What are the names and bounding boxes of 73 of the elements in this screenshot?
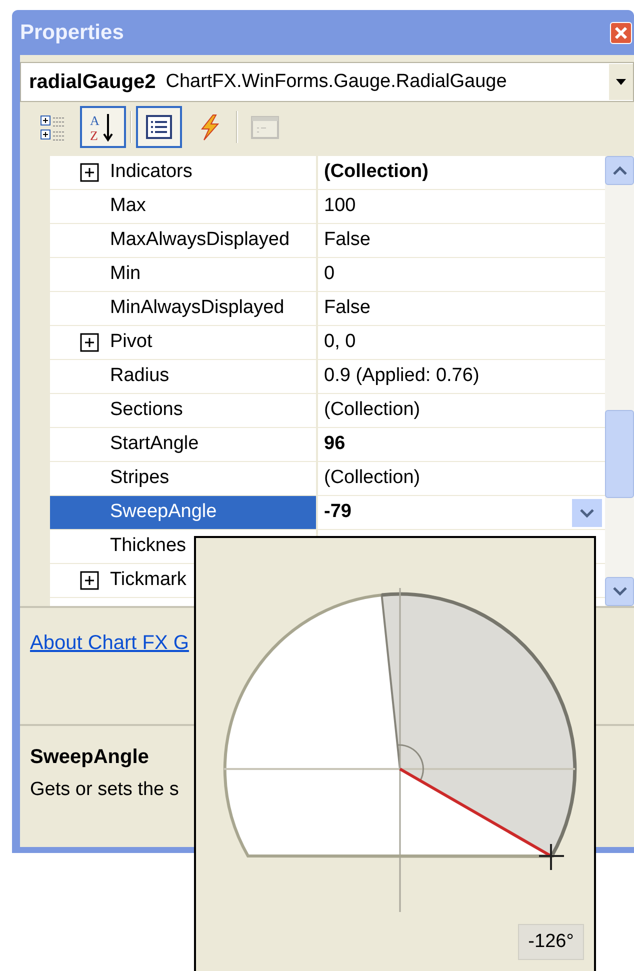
caret-icon bbox=[616, 79, 626, 85]
property-pages-icon bbox=[251, 116, 279, 139]
chevron-up-icon bbox=[612, 166, 626, 175]
description-title: SweepAngle bbox=[30, 745, 150, 770]
object-selector[interactable]: radialGauge2 ChartFX.WinForms.Gauge.RadialGauge bbox=[20, 62, 634, 102]
property-name: Tickmark bbox=[110, 568, 186, 592]
property-value: 96 bbox=[324, 432, 346, 456]
dropdown-button[interactable] bbox=[609, 64, 633, 100]
property-row[interactable]: Sections bbox=[50, 394, 318, 427]
property-name: Stripes bbox=[110, 466, 170, 490]
property-value: (Collection) bbox=[324, 398, 420, 422]
expand-icon[interactable] bbox=[80, 163, 99, 182]
gauge-angle-drawing[interactable] bbox=[223, 588, 577, 912]
property-row[interactable]: Min bbox=[50, 258, 318, 291]
alphabetical-button[interactable]: A Z bbox=[80, 106, 126, 148]
description-text: Gets or sets the s bbox=[30, 778, 180, 802]
property-value: 0, 0 bbox=[324, 330, 356, 354]
scroll-down-button[interactable] bbox=[605, 577, 634, 606]
property-value-cell[interactable]: 0, 0 bbox=[318, 326, 605, 359]
property-name: MaxAlwaysDisplayed bbox=[110, 228, 290, 252]
property-value-cell[interactable]: 0 bbox=[318, 258, 605, 291]
property-value: (Collection) bbox=[324, 466, 420, 490]
property-row[interactable]: MinAlwaysDisplayed bbox=[50, 292, 318, 325]
property-row[interactable]: Pivot bbox=[50, 326, 318, 359]
scroll-up-button[interactable] bbox=[605, 156, 634, 185]
expand-icon[interactable] bbox=[80, 333, 99, 352]
about-link[interactable]: About Chart FX G bbox=[30, 632, 189, 654]
scrollbar[interactable] bbox=[605, 156, 634, 606]
property-row[interactable]: Max bbox=[50, 190, 318, 223]
property-value-cell[interactable]: (Collection) bbox=[318, 462, 605, 495]
property-value: False bbox=[324, 296, 370, 320]
property-name: Indicators bbox=[110, 160, 192, 184]
chevron-down-icon bbox=[579, 508, 595, 518]
property-value: (Collection) bbox=[324, 160, 428, 184]
property-value-cell[interactable]: False bbox=[318, 292, 605, 325]
categorized-icon bbox=[40, 116, 64, 140]
property-name: SweepAngle bbox=[110, 500, 217, 524]
property-list-icon bbox=[146, 115, 172, 139]
property-value-cell[interactable]: 0.9 (Applied: 0.76) bbox=[318, 360, 605, 393]
lightning-icon bbox=[200, 114, 220, 140]
object-name: radialGauge2 bbox=[29, 70, 156, 95]
sort-arrow-icon bbox=[103, 113, 113, 142]
property-value: -79 bbox=[324, 500, 352, 524]
expand-icon[interactable] bbox=[80, 571, 99, 590]
close-icon bbox=[613, 24, 629, 40]
property-value-cell[interactable]: (Collection) bbox=[318, 394, 605, 427]
property-name: Min bbox=[110, 262, 141, 286]
angle-editor-popup[interactable]: -126° bbox=[194, 536, 596, 971]
property-value: 100 bbox=[324, 194, 356, 218]
property-name: Radius bbox=[110, 364, 170, 388]
chevron-down-icon bbox=[612, 587, 626, 596]
scroll-thumb[interactable] bbox=[605, 410, 634, 498]
property-row[interactable]: MaxAlwaysDisplayed bbox=[50, 224, 318, 257]
property-name: Sections bbox=[110, 398, 183, 422]
window-title: Properties bbox=[20, 20, 124, 46]
properties-button[interactable] bbox=[136, 106, 182, 148]
property-value: False bbox=[324, 228, 370, 252]
property-value: 0.9 (Applied: 0.76) bbox=[324, 364, 480, 388]
property-value-cell[interactable]: False bbox=[318, 224, 605, 257]
sort-letter: Z bbox=[90, 128, 98, 142]
property-value: 0 bbox=[324, 262, 335, 286]
property-row[interactable]: SweepAngle bbox=[50, 496, 318, 529]
angle-reading: -126° bbox=[518, 924, 584, 960]
property-name: Max bbox=[110, 194, 146, 218]
property-name: Thicknes bbox=[110, 534, 186, 558]
property-name: MinAlwaysDisplayed bbox=[110, 296, 284, 320]
sort-letter: A bbox=[90, 113, 100, 128]
property-name: StartAngle bbox=[110, 432, 199, 456]
object-type: ChartFX.WinForms.Gauge.RadialGauge bbox=[166, 70, 508, 94]
property-value-cell[interactable]: 100 bbox=[318, 190, 605, 223]
property-row[interactable]: Radius bbox=[50, 360, 318, 393]
property-name: Pivot bbox=[110, 330, 152, 354]
close-button[interactable] bbox=[610, 22, 632, 44]
